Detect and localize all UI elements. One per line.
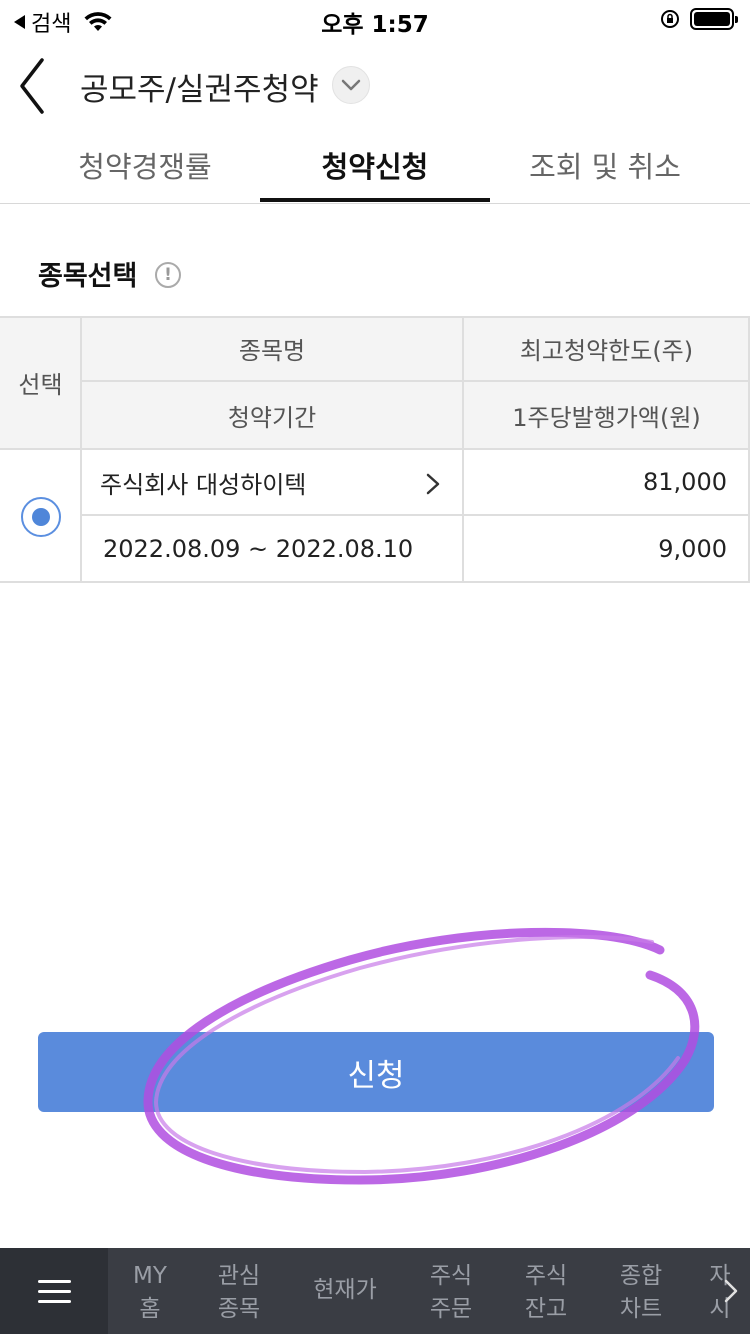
table-divider [462, 316, 464, 583]
row-stock-name[interactable]: 주식회사 대성하이텍 [100, 449, 420, 515]
table-border [0, 581, 750, 583]
nav-item-stock-order[interactable]: 주식 주문 [416, 1260, 486, 1326]
nav-label: 차트 [619, 1296, 663, 1322]
nav-item-my-home[interactable]: MY 홈 [115, 1260, 185, 1326]
nav-label: 주문 [429, 1296, 473, 1322]
chevron-right-icon[interactable] [423, 472, 443, 496]
table-divider [81, 380, 750, 382]
table-border [0, 316, 750, 318]
nav-item-watchlist[interactable]: 관심 종목 [204, 1260, 274, 1326]
menu-icon-bar [38, 1300, 71, 1303]
tab-subscription-apply[interactable]: 청약신청 [260, 144, 490, 204]
apply-button[interactable]: 신청 [38, 1032, 714, 1112]
header-select: 선택 [0, 316, 81, 449]
active-tab-indicator [260, 198, 490, 202]
nav-label: 종합 [619, 1263, 663, 1289]
nav-label: MY [133, 1263, 167, 1289]
status-time: 오후 1:57 [321, 12, 429, 38]
table-divider [0, 448, 750, 450]
table-divider [80, 316, 82, 583]
screen-lock-icon [661, 10, 679, 28]
row-max-limit: 81,000 [643, 468, 727, 496]
menu-button[interactable] [0, 1248, 108, 1334]
info-icon[interactable]: ! [155, 262, 181, 288]
title-dropdown-button[interactable] [332, 66, 370, 104]
nav-label: 현재가 [313, 1277, 377, 1303]
table-divider [81, 514, 750, 516]
row-issue-price: 9,000 [658, 535, 727, 563]
tab-subscription-competition[interactable]: 청약경쟁률 [30, 144, 260, 204]
nav-label: 주식 [429, 1263, 473, 1289]
nav-label: 관심 [217, 1263, 261, 1289]
menu-icon-bar [38, 1290, 71, 1293]
nav-item-chart[interactable]: 종합 차트 [606, 1260, 676, 1326]
row-period: 2022.08.09 ~ 2022.08.10 [103, 535, 414, 563]
nav-more-chevron-icon[interactable] [714, 1248, 750, 1334]
chevron-down-icon [341, 79, 361, 91]
menu-icon [38, 1280, 71, 1283]
header: 공모주/실권주청약 [0, 44, 750, 128]
header-period: 청약기간 [81, 381, 463, 449]
header-issue-price: 1주당발행가액(원) [463, 381, 750, 449]
nav-label: 잔고 [524, 1296, 568, 1322]
tab-inquiry-cancel[interactable]: 조회 및 취소 [490, 144, 720, 204]
nav-item-stock-balance[interactable]: 주식 잔고 [511, 1260, 581, 1326]
back-arrow-icon[interactable] [14, 56, 54, 116]
header-max-limit: 최고청약한도(주) [463, 316, 750, 381]
page-title: 공모주/실권주청약 [80, 72, 319, 108]
bottom-nav: MY 홈 관심 종목 현재가 주식 주문 주식 잔고 종합 차트 자 시 [0, 1248, 750, 1334]
nav-label: 주식 [524, 1263, 568, 1289]
status-bar: 검색 오후 1:57 [0, 0, 750, 40]
header-stock-name: 종목명 [81, 316, 463, 381]
tab-bar: 청약경쟁률 청약신청 조회 및 취소 [0, 128, 750, 204]
battery-icon [690, 8, 738, 30]
section-title: 종목선택 [38, 261, 138, 292]
nav-item-current-price[interactable]: 현재가 [303, 1274, 387, 1307]
nav-label: 종목 [217, 1296, 261, 1322]
row-radio-selected[interactable] [21, 497, 61, 537]
nav-label: 홈 [139, 1296, 161, 1322]
